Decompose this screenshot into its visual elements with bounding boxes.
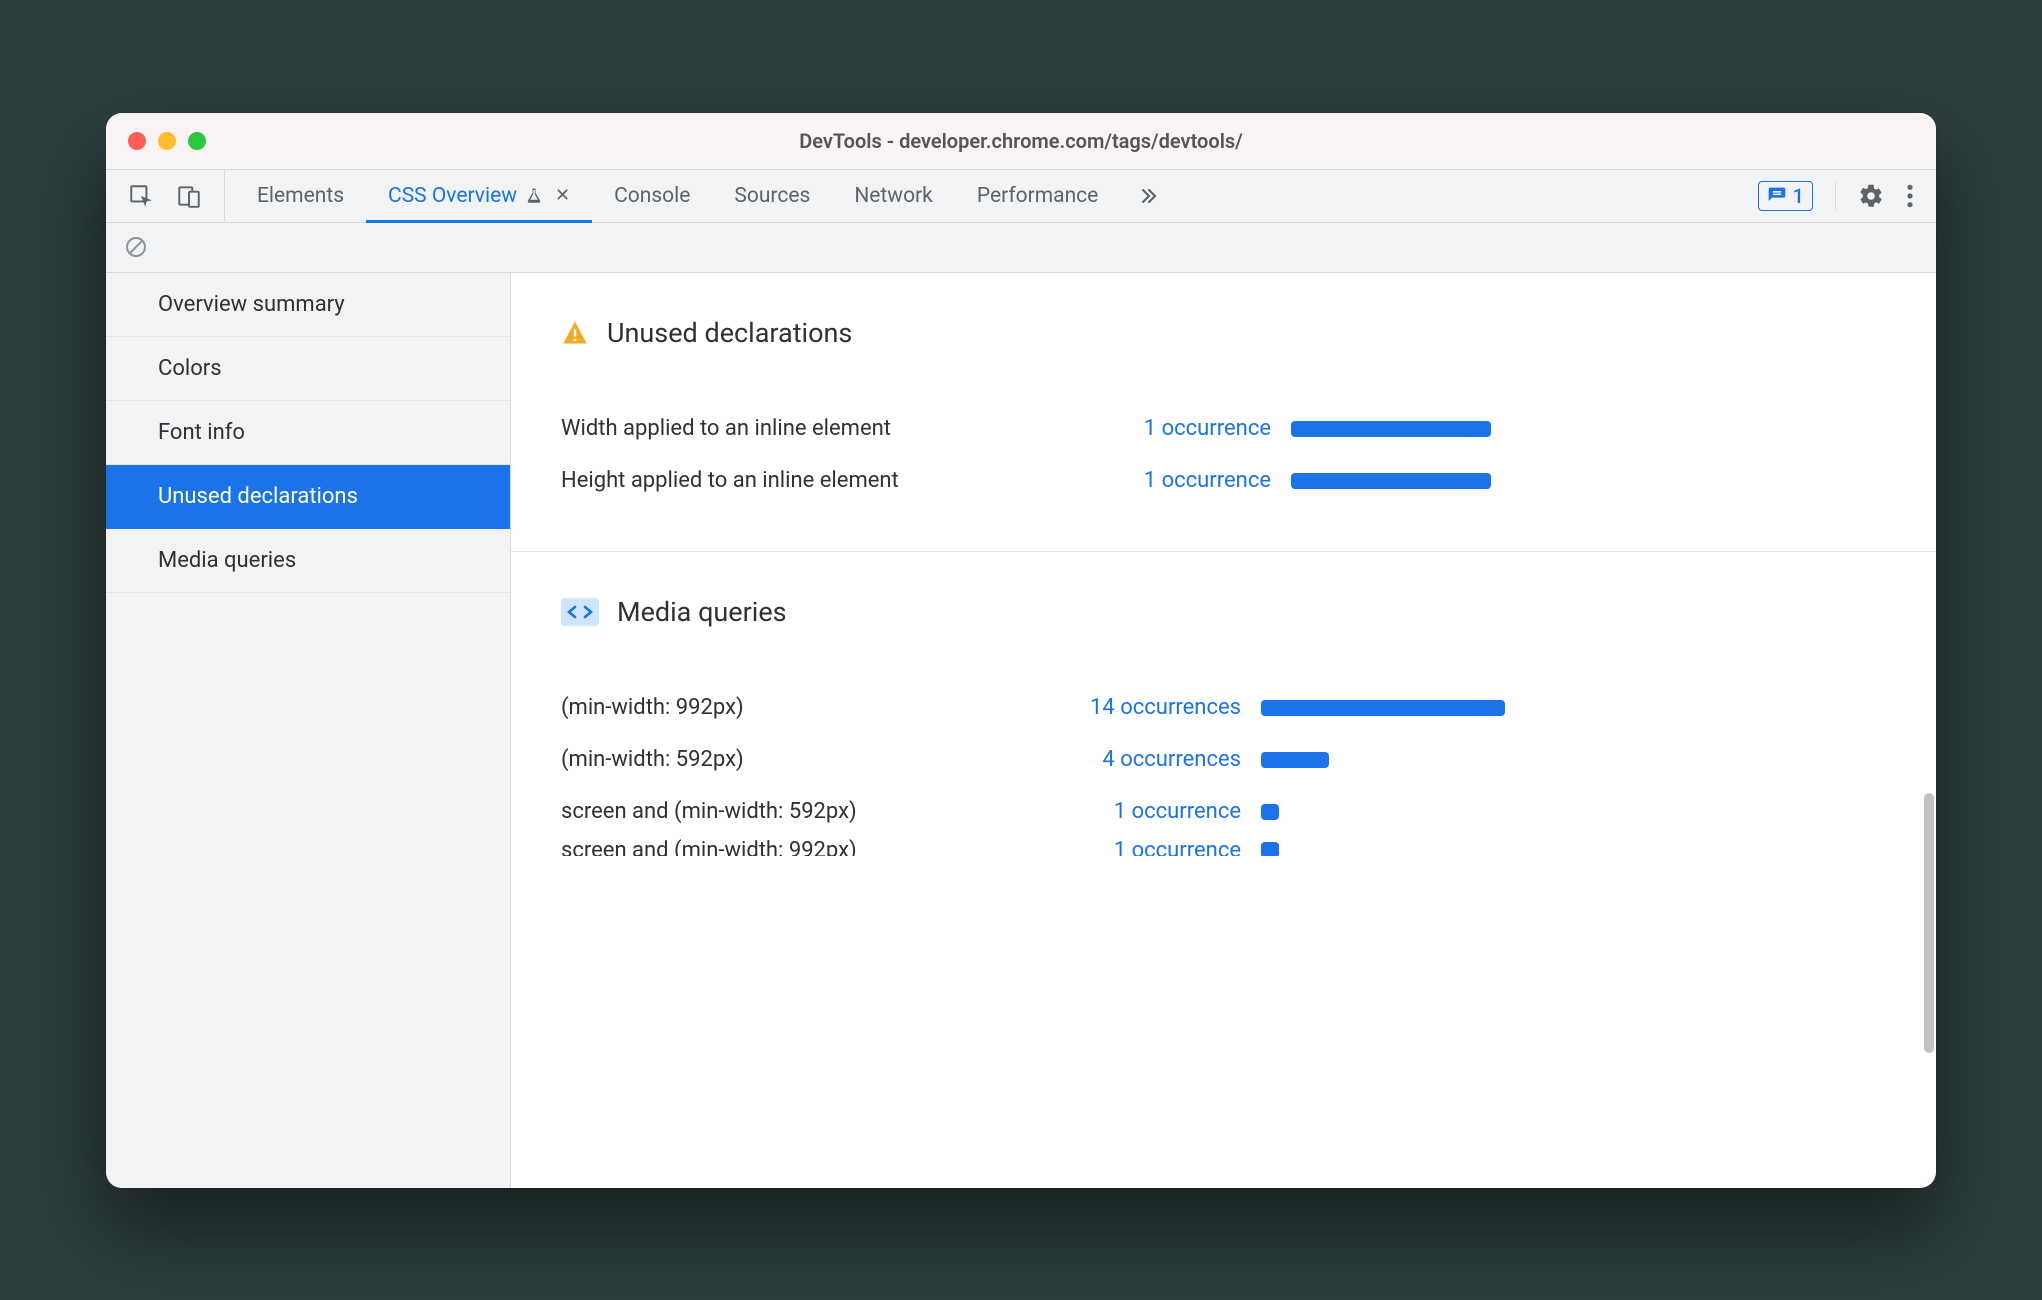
section-title: Unused declarations — [607, 317, 852, 349]
row-bar — [1291, 421, 1491, 437]
tab-network[interactable]: Network — [832, 170, 955, 222]
devtools-tabbar: Elements CSS Overview ✕ Console Sources … — [106, 169, 1936, 223]
clear-overview-icon[interactable] — [124, 235, 148, 259]
tab-label: Console — [614, 184, 690, 208]
sidebar-item-label: Font info — [158, 420, 245, 445]
row-occurrence-link[interactable]: 1 occurrence — [1041, 416, 1271, 441]
tab-console[interactable]: Console — [592, 170, 712, 222]
settings-gear-icon[interactable] — [1858, 183, 1884, 209]
sidebar-item-unused-declarations[interactable]: Unused declarations — [106, 465, 510, 529]
section-title: Media queries — [617, 596, 787, 628]
sidebar-item-label: Colors — [158, 356, 222, 381]
row-bar-wrap — [1251, 804, 1541, 820]
section-unused-declarations: Unused declarations Width applied to an … — [511, 273, 1936, 552]
unused-row: Width applied to an inline element 1 occ… — [561, 403, 1936, 455]
sidebar: Overview summary Colors Font info Unused… — [106, 273, 511, 1188]
tab-label: Sources — [734, 184, 810, 208]
devtools-window: DevTools - developer.chrome.com/tags/dev… — [106, 113, 1936, 1188]
tab-sources[interactable]: Sources — [712, 170, 832, 222]
row-label: screen and (min-width: 592px) — [561, 799, 1001, 824]
sidebar-item-colors[interactable]: Colors — [106, 337, 510, 401]
traffic-lights — [106, 132, 206, 150]
media-row: (min-width: 992px) 14 occurrences — [561, 682, 1936, 734]
panel-content: Overview summary Colors Font info Unused… — [106, 273, 1936, 1188]
tabbar-tool-icons — [106, 170, 225, 222]
scrollbar-thumb[interactable] — [1924, 793, 1934, 1053]
window-minimize-button[interactable] — [158, 132, 176, 150]
row-occurrence-link[interactable]: 1 occurrence — [1011, 838, 1241, 856]
issues-icon — [1767, 186, 1787, 206]
row-bar-wrap — [1281, 421, 1541, 437]
experiment-flask-icon — [525, 187, 543, 205]
sidebar-item-font-info[interactable]: Font info — [106, 401, 510, 465]
row-occurrence-link[interactable]: 1 occurrence — [1041, 468, 1271, 493]
section-header: Media queries — [561, 596, 1936, 628]
row-label: Height applied to an inline element — [561, 468, 1031, 493]
sidebar-item-media-queries[interactable]: Media queries — [106, 529, 510, 593]
row-bar — [1261, 842, 1279, 856]
issues-badge[interactable]: 1 — [1758, 181, 1813, 211]
window-title: DevTools - developer.chrome.com/tags/dev… — [106, 129, 1936, 153]
row-bar — [1261, 700, 1505, 716]
sidebar-item-label: Overview summary — [158, 292, 345, 317]
row-label: (min-width: 592px) — [561, 747, 1001, 772]
tab-label: CSS Overview — [388, 184, 517, 208]
row-bar — [1261, 804, 1279, 820]
more-tabs-button[interactable] — [1120, 170, 1176, 222]
kebab-menu-icon[interactable] — [1906, 183, 1914, 209]
panel-toolbar — [106, 223, 1936, 273]
device-toolbar-icon[interactable] — [176, 183, 202, 209]
inspect-element-icon[interactable] — [128, 183, 154, 209]
row-occurrence-link[interactable]: 14 occurrences — [1011, 695, 1241, 720]
row-occurrence-link[interactable]: 4 occurrences — [1011, 747, 1241, 772]
chevrons-right-icon — [1136, 184, 1160, 208]
media-row: screen and (min-width: 592px) 1 occurren… — [561, 786, 1936, 838]
media-row: (min-width: 592px) 4 occurrences — [561, 734, 1936, 786]
row-label: Width applied to an inline element — [561, 416, 1031, 441]
divider — [1835, 182, 1836, 210]
panel-tabs: Elements CSS Overview ✕ Console Sources … — [225, 170, 1176, 222]
row-label: (min-width: 992px) — [561, 695, 1001, 720]
media-queries-icon — [561, 598, 599, 626]
row-occurrence-link[interactable]: 1 occurrence — [1011, 799, 1241, 824]
tab-label: Performance — [977, 184, 1098, 208]
row-bar — [1261, 752, 1329, 768]
tab-elements[interactable]: Elements — [235, 170, 366, 222]
tab-label: Elements — [257, 184, 344, 208]
main-panel: Unused declarations Width applied to an … — [511, 273, 1936, 1188]
row-bar — [1291, 473, 1491, 489]
warning-icon — [561, 319, 589, 347]
media-row: screen and (min-width: 992px) 1 occurren… — [561, 838, 1936, 856]
sidebar-item-overview-summary[interactable]: Overview summary — [106, 273, 510, 337]
section-media-queries: Media queries (min-width: 992px) 14 occu… — [511, 552, 1936, 856]
window-close-button[interactable] — [128, 132, 146, 150]
tab-performance[interactable]: Performance — [955, 170, 1120, 222]
titlebar: DevTools - developer.chrome.com/tags/dev… — [106, 113, 1936, 169]
row-bar-wrap — [1281, 473, 1541, 489]
unused-row: Height applied to an inline element 1 oc… — [561, 455, 1936, 507]
tab-label: Network — [854, 184, 933, 208]
section-header: Unused declarations — [561, 317, 1936, 349]
close-icon[interactable]: ✕ — [551, 185, 570, 206]
sidebar-item-label: Unused declarations — [158, 484, 358, 509]
tabbar-right-controls: 1 — [1736, 170, 1936, 222]
sidebar-item-label: Media queries — [158, 548, 296, 573]
row-bar-wrap — [1251, 700, 1541, 716]
row-bar-wrap — [1251, 752, 1541, 768]
issues-count: 1 — [1793, 184, 1804, 208]
row-bar-wrap — [1251, 842, 1541, 856]
row-label: screen and (min-width: 992px) — [561, 838, 1001, 856]
window-zoom-button[interactable] — [188, 132, 206, 150]
tab-css-overview[interactable]: CSS Overview ✕ — [366, 170, 592, 222]
